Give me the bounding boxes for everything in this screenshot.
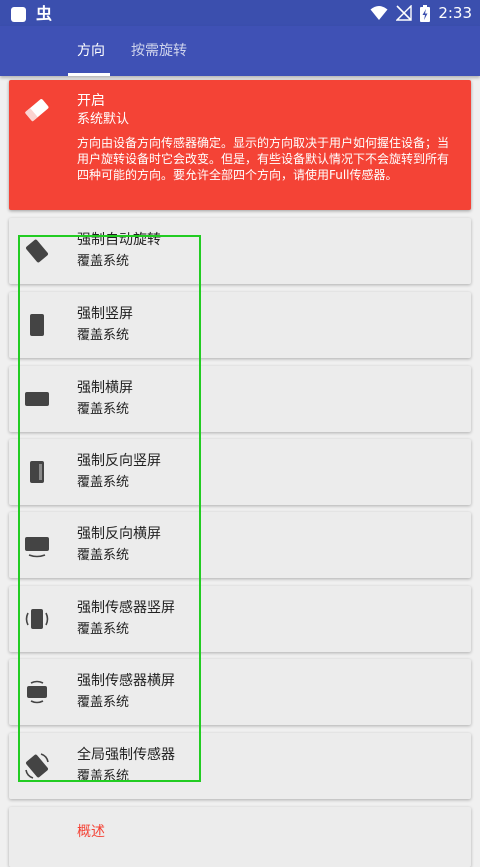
option-title: 强制反向竖屏 bbox=[77, 453, 161, 469]
reverse-landscape-icon bbox=[25, 537, 49, 558]
card-description: 方向由设备方向传感器确定。显示的方向取决于用户如何握住设备；当用户旋转设备时它会… bbox=[77, 136, 450, 182]
auto-rotate-phone-icon bbox=[26, 239, 48, 263]
tab-orientation[interactable]: 方向 bbox=[77, 26, 105, 76]
option-subtitle: 覆盖系统 bbox=[77, 402, 130, 417]
reverse-portrait-icon bbox=[30, 461, 44, 483]
option-card-reverse-landscape[interactable]: 强制反向横屏 覆盖系统 bbox=[9, 512, 471, 578]
sensor-landscape-icon bbox=[27, 680, 47, 704]
option-subtitle: 覆盖系统 bbox=[77, 328, 130, 343]
status-bar: 虫 2:33 bbox=[0, 0, 480, 26]
option-subtitle: 覆盖系统 bbox=[77, 548, 130, 563]
option-card-full-sensor[interactable]: 全局强制传感器 覆盖系统 bbox=[9, 733, 471, 799]
overview-card[interactable]: 概述 bbox=[9, 807, 471, 867]
option-card-sensor-landscape[interactable]: 强制传感器横屏 覆盖系统 bbox=[9, 659, 471, 725]
card-subtitle: 系统默认 bbox=[77, 112, 130, 127]
option-subtitle: 覆盖系统 bbox=[77, 695, 130, 710]
tab-rotate-on-demand[interactable]: 按需旋转 bbox=[131, 26, 187, 76]
option-subtitle: 覆盖系统 bbox=[77, 254, 130, 269]
sensor-portrait-icon bbox=[25, 609, 49, 629]
no-signal-icon bbox=[396, 5, 413, 21]
portrait-phone-icon bbox=[30, 314, 44, 336]
battery-charging-icon bbox=[420, 4, 431, 22]
option-title: 强制反向横屏 bbox=[77, 526, 161, 542]
option-title: 强制自动旋转 bbox=[77, 232, 161, 248]
option-card-auto-rotate[interactable]: 强制自动旋转 覆盖系统 bbox=[9, 218, 471, 284]
wifi-icon bbox=[370, 6, 388, 20]
option-subtitle: 覆盖系统 bbox=[77, 769, 130, 784]
tab-indicator bbox=[68, 73, 110, 76]
option-title: 强制传感器竖屏 bbox=[77, 600, 175, 616]
eraser-icon bbox=[25, 99, 49, 122]
clock: 2:33 bbox=[438, 4, 472, 22]
option-card-reverse-portrait[interactable]: 强制反向竖屏 覆盖系统 bbox=[9, 439, 471, 505]
overview-label: 概述 bbox=[77, 824, 105, 840]
full-sensor-icon bbox=[25, 753, 49, 779]
tab-bar: 方向 按需旋转 bbox=[0, 26, 480, 76]
system-default-card[interactable]: 开启 系统默认 方向由设备方向传感器确定。显示的方向取决于用户如何握住设备；当用… bbox=[9, 80, 471, 210]
option-card-landscape[interactable]: 强制横屏 覆盖系统 bbox=[9, 366, 471, 432]
option-title: 强制竖屏 bbox=[77, 306, 133, 322]
option-subtitle: 覆盖系统 bbox=[77, 475, 130, 490]
option-title: 强制横屏 bbox=[77, 380, 133, 396]
app-notification-icon bbox=[11, 6, 26, 22]
option-card-sensor-portrait[interactable]: 强制传感器竖屏 覆盖系统 bbox=[9, 586, 471, 652]
option-title: 强制传感器横屏 bbox=[77, 673, 175, 689]
option-subtitle: 覆盖系统 bbox=[77, 622, 130, 637]
bug-notification-icon: 虫 bbox=[36, 4, 53, 23]
landscape-phone-icon bbox=[25, 392, 49, 406]
option-title: 全局强制传感器 bbox=[77, 747, 175, 763]
card-title: 开启 bbox=[77, 93, 105, 109]
option-card-portrait[interactable]: 强制竖屏 覆盖系统 bbox=[9, 292, 471, 358]
